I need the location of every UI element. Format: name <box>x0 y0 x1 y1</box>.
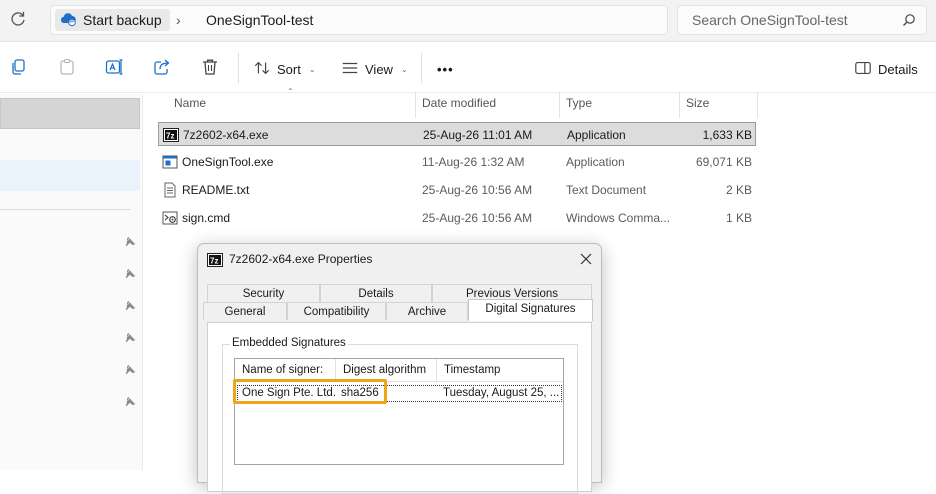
pin-icon[interactable] <box>124 364 136 376</box>
properties-dialog: 7z 7z2602-x64.exe Properties Security De… <box>197 243 602 494</box>
file-row[interactable]: OneSignTool.exe 11-Aug-26 1:32 AM Applic… <box>158 150 756 174</box>
rename-icon[interactable] <box>104 57 126 79</box>
file-date: 25-Aug-26 10:56 AM <box>422 211 533 225</box>
7zip-exe-icon: 7z <box>207 252 223 268</box>
details-pane-icon <box>854 59 872 80</box>
tab-general[interactable]: General <box>203 302 287 320</box>
navigation-pane <box>0 94 143 470</box>
refresh-icon[interactable] <box>8 9 30 31</box>
breadcrumb-current-folder[interactable]: OneSignTool-test <box>206 12 313 28</box>
sort-button[interactable]: Sort ⌄ <box>253 59 316 79</box>
file-type: Windows Comma... <box>566 211 671 225</box>
breadcrumb-chevron-icon[interactable]: › <box>176 12 181 28</box>
tab-security[interactable]: Security <box>207 284 320 302</box>
file-date: 11-Aug-26 1:32 AM <box>422 155 525 169</box>
file-name: README.txt <box>182 183 250 197</box>
7zip-exe-icon: 7z <box>163 127 179 143</box>
view-button[interactable]: View ⌄ <box>341 59 408 79</box>
list-header-timestamp[interactable]: Timestamp <box>437 359 563 382</box>
file-row[interactable]: sign.cmd 25-Aug-26 10:56 AM Windows Comm… <box>158 206 756 230</box>
nav-divider <box>0 209 131 210</box>
file-date: 25-Aug-26 10:56 AM <box>422 183 533 197</box>
file-size: 69,071 KB <box>695 155 752 169</box>
file-size: 2 KB <box>725 183 752 197</box>
search-box[interactable]: Search OneSignTool-test <box>677 5 927 35</box>
paste-icon[interactable] <box>57 57 79 79</box>
address-bar[interactable]: Start backup › OneSignTool-test <box>50 5 668 35</box>
file-type: Application <box>567 128 626 142</box>
file-type: Application <box>566 155 625 169</box>
cloud-sync-icon <box>59 10 77 31</box>
dialog-title: 7z2602-x64.exe Properties <box>229 252 373 266</box>
pin-icon[interactable] <box>124 396 136 408</box>
chevron-down-icon: ⌄ <box>308 64 316 74</box>
svg-text:7z: 7z <box>210 257 218 266</box>
file-size: 1,633 KB <box>702 128 752 142</box>
file-name: OneSignTool.exe <box>182 155 274 169</box>
svg-text:7z: 7z <box>166 132 174 141</box>
tab-compatibility[interactable]: Compatibility <box>287 302 386 320</box>
pin-icon[interactable] <box>124 268 136 280</box>
file-name: sign.cmd <box>182 211 231 225</box>
toolbar-divider <box>238 53 239 83</box>
cmd-file-icon <box>162 210 178 226</box>
signature-timestamp: Tuesday, August 25, ... <box>443 387 560 399</box>
view-list-icon <box>341 59 359 80</box>
column-divider[interactable] <box>415 92 416 118</box>
pin-icon[interactable] <box>124 332 136 344</box>
breadcrumb-label: Start backup <box>83 12 162 28</box>
file-row[interactable]: 7z 7z2602-x64.exe 25-Aug-26 11:01 AM App… <box>158 122 756 146</box>
file-type: Text Document <box>566 183 647 197</box>
sort-label: Sort <box>277 61 301 77</box>
file-row[interactable]: README.txt 25-Aug-26 10:56 AM Text Docum… <box>158 178 756 202</box>
breadcrumb-start-backup[interactable]: Start backup <box>55 9 170 31</box>
column-header-date[interactable]: Date modified <box>422 96 496 110</box>
more-options-button[interactable]: ••• <box>437 59 454 79</box>
column-header-type[interactable]: Type <box>566 96 592 110</box>
toolbar-divider <box>421 53 422 83</box>
column-header-size[interactable]: Size <box>686 96 709 110</box>
share-icon[interactable] <box>152 57 174 79</box>
search-input[interactable]: Search OneSignTool-test <box>692 12 848 28</box>
annotation-highlight-box <box>233 379 387 404</box>
details-label: Details <box>878 61 918 77</box>
nav-item-selected[interactable] <box>0 98 140 129</box>
tab-details[interactable]: Details <box>320 284 432 302</box>
search-icon[interactable] <box>902 13 916 27</box>
file-size: 1 KB <box>725 211 752 225</box>
file-date: 25-Aug-26 11:01 AM <box>423 128 533 142</box>
tab-digital-signatures[interactable]: Digital Signatures <box>468 299 593 321</box>
nav-item-hovered[interactable] <box>0 160 140 191</box>
signature-list[interactable]: Name of signer: Digest algorithm Timesta… <box>234 358 564 465</box>
column-header-name[interactable]: Name <box>174 96 206 110</box>
view-label: View <box>365 61 393 77</box>
sort-ascending-icon: ⌃ <box>287 87 294 96</box>
tab-archive[interactable]: Archive <box>386 302 468 320</box>
column-divider[interactable] <box>757 92 758 118</box>
details-pane-button[interactable]: Details <box>854 59 918 79</box>
group-title: Embedded Signatures <box>230 337 348 349</box>
chevron-down-icon: ⌄ <box>400 64 408 74</box>
title-bar: Start backup › OneSignTool-test Search O… <box>0 0 936 42</box>
pin-icon[interactable] <box>124 236 136 248</box>
close-icon[interactable] <box>576 249 596 269</box>
text-file-icon <box>162 182 178 198</box>
command-bar: Sort ⌄ View ⌄ ••• Details <box>0 43 936 93</box>
sort-icon <box>253 59 271 80</box>
copy-icon[interactable] <box>9 57 31 79</box>
column-divider[interactable] <box>559 92 560 118</box>
file-name: 7z2602-x64.exe <box>183 128 269 142</box>
delete-icon[interactable] <box>200 57 222 79</box>
pin-icon[interactable] <box>124 300 136 312</box>
app-exe-icon <box>162 154 178 170</box>
column-divider[interactable] <box>679 92 680 118</box>
